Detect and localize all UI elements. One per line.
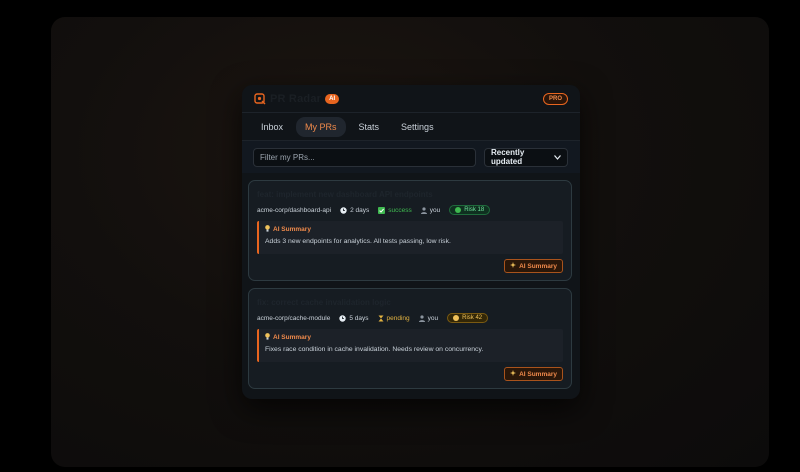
ai-summary-box: AI Summary Fixes race condition in cache… [257, 329, 563, 362]
ci-status: pending [386, 314, 410, 322]
sparkle-icon [510, 262, 517, 270]
user-icon [418, 314, 425, 322]
ai-summary-button[interactable]: AI Summary [504, 367, 563, 381]
age-group: 2 days [340, 207, 369, 214]
ai-summary-label: AI Summary [273, 334, 311, 341]
popup-header: PR Radar AI PRO [242, 85, 580, 113]
sort-select-value: Recently updated [491, 148, 525, 166]
pr-card[interactable]: feat: implement new dashboard API endpoi… [248, 180, 572, 281]
chevron-down-icon [554, 153, 561, 162]
pro-badge[interactable]: PRO [542, 92, 568, 105]
filter-input[interactable] [253, 147, 476, 167]
ai-summary-text: Fixes race condition in cache invalidati… [265, 346, 484, 353]
hourglass-icon [378, 315, 384, 322]
tab-bar: Inbox My PRs Stats Settings [242, 113, 580, 141]
tab-stats[interactable]: Stats [350, 117, 389, 137]
tab-inbox[interactable]: Inbox [252, 117, 292, 137]
ci-status: success [388, 206, 412, 214]
pr-meta: acme-corp/cache-module 5 days pending yo… [257, 312, 563, 324]
author-group: you [418, 314, 439, 322]
sort-select[interactable]: Recently updated [484, 147, 568, 167]
ai-summary-heading: AI Summary [265, 333, 557, 342]
pr-title[interactable]: feat: implement new dashboard API endpoi… [257, 190, 563, 199]
ai-summary-button-label: AI Summary [519, 370, 557, 378]
lightbulb-icon [265, 333, 270, 342]
pr-age: 2 days [350, 206, 370, 214]
tab-settings[interactable]: Settings [392, 117, 443, 137]
ai-summary-button[interactable]: AI Summary [504, 259, 563, 273]
check-icon [378, 206, 386, 214]
risk-dot-icon [455, 207, 462, 213]
filter-row: Recently updated [242, 141, 580, 173]
pr-author: you [427, 314, 439, 322]
lightbulb-icon [265, 225, 270, 234]
sparkle-icon [510, 370, 517, 378]
risk-score: Risk 42 [462, 315, 483, 321]
risk-badge: Risk 18 [449, 205, 491, 215]
app-title: PR Radar [270, 92, 322, 105]
age-group: 5 days [339, 314, 369, 322]
risk-dot-icon [453, 315, 460, 321]
author-group: you [420, 206, 441, 214]
clock-icon [339, 314, 347, 322]
tab-my-prs[interactable]: My PRs [296, 116, 346, 137]
ai-summary-label: AI Summary [273, 226, 311, 233]
ai-summary-box: AI Summary Adds 3 new endpoints for anal… [257, 221, 563, 254]
pr-author: you [429, 206, 441, 214]
status-group: success [378, 206, 412, 214]
user-icon [420, 206, 427, 214]
ai-summary-button-label: AI Summary [519, 262, 557, 270]
ai-badge: AI [325, 93, 340, 104]
risk-score: Risk 18 [464, 207, 485, 213]
radar-logo-icon [254, 92, 266, 105]
pr-meta: acme-corp/dashboard-api 2 days success y… [257, 204, 563, 216]
pr-title[interactable]: fix: correct cache invalidation logic [257, 298, 563, 307]
ai-summary-text: Adds 3 new endpoints for analytics. All … [265, 238, 451, 245]
status-group: pending [378, 315, 410, 322]
extension-popup: PR Radar AI PRO Inbox My PRs Stats Setti… [242, 85, 580, 399]
repo-name: acme-corp/cache-module [257, 314, 331, 322]
repo-name: acme-corp/dashboard-api [257, 206, 332, 214]
pr-age: 5 days [349, 314, 369, 322]
risk-badge: Risk 42 [447, 313, 489, 323]
clock-icon [340, 206, 347, 214]
pr-card[interactable]: fix: correct cache invalidation logic ac… [248, 288, 572, 389]
ai-summary-heading: AI Summary [265, 225, 557, 234]
